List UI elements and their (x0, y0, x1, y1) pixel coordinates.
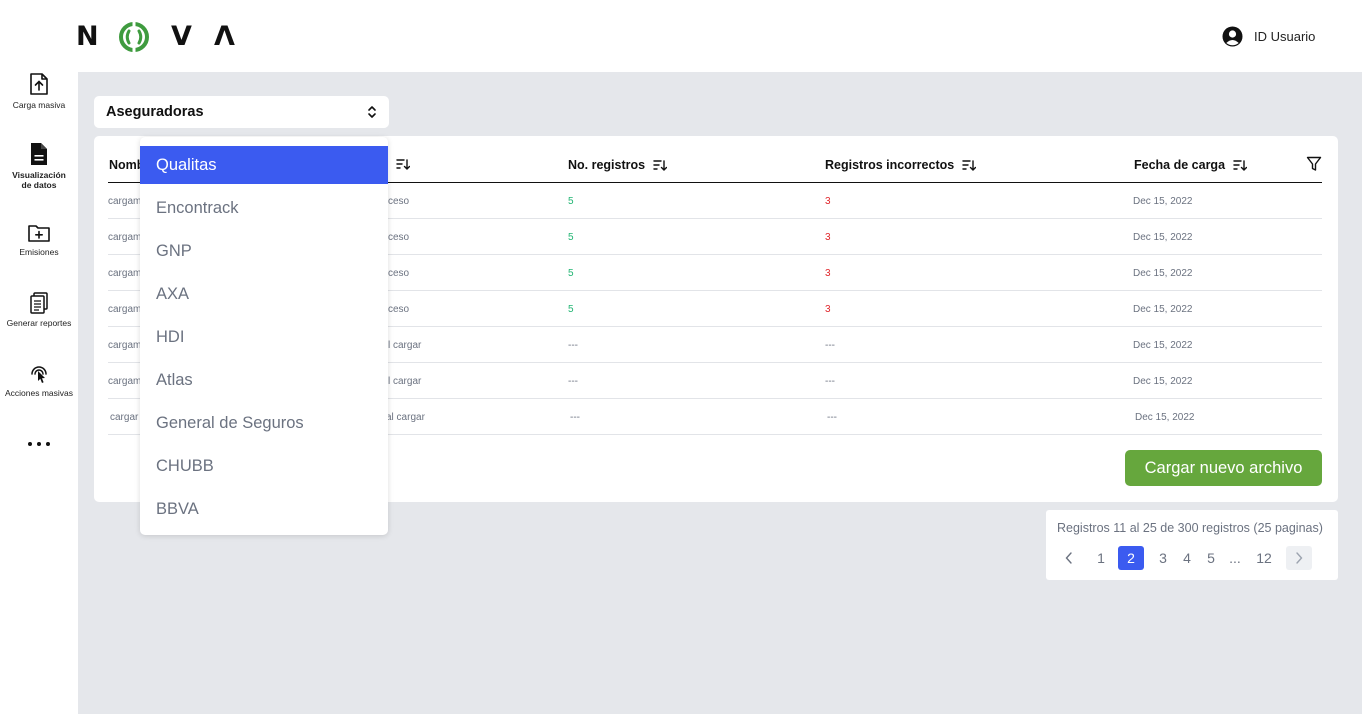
dropdown-option-atlas[interactable]: Atlas (140, 361, 388, 399)
page-button-1[interactable]: 1 (1094, 546, 1108, 570)
sidebar-item-label: Carga masiva (12, 100, 66, 110)
sidebar-item-carga-masiva[interactable]: Carga masiva (0, 72, 78, 110)
column-header-date[interactable]: Fecha de carga (1134, 158, 1248, 172)
cell-records: --- (568, 376, 578, 387)
more-dots-icon[interactable] (28, 442, 50, 448)
cell-records: --- (568, 340, 578, 351)
cell-name: cargam (108, 268, 142, 279)
insurer-dropdown-menu: Qualitas Encontrack GNP AXA HDI Atlas Ge… (140, 137, 388, 535)
cell-status: ceso (388, 196, 410, 207)
dropdown-option-gnp[interactable]: GNP (140, 232, 388, 270)
cell-date: Dec 15, 2022 (1133, 340, 1193, 351)
dropdown-option-bbva[interactable]: BBVA (140, 490, 388, 528)
page-button-4[interactable]: 4 (1180, 546, 1194, 570)
dropdown-option-chubb[interactable]: CHUBB (140, 447, 388, 485)
dropdown-option-axa[interactable]: AXA (140, 275, 388, 313)
cell-records: 5 (568, 232, 574, 243)
sort-icon[interactable] (962, 159, 977, 171)
sort-icon[interactable] (653, 159, 668, 171)
user-id-label: ID Usuario (1254, 28, 1316, 44)
chevron-right-icon (1296, 552, 1303, 564)
cell-status: ceso (388, 232, 410, 243)
cell-status: al cargar (386, 412, 425, 423)
page-button-2[interactable]: 2 (1118, 546, 1144, 570)
dropdown-option-general-de-seguros[interactable]: General de Seguros (140, 404, 388, 442)
cell-status: l cargar (388, 376, 422, 387)
cell-name: cargam (108, 376, 142, 387)
sidebar-item-label: Acciones masivas (4, 388, 74, 398)
folder-plus-icon (28, 225, 50, 242)
upload-file-icon (30, 73, 48, 95)
chevron-up-down-icon (368, 106, 376, 118)
sidebar-item-emisiones[interactable]: Emisiones (0, 223, 78, 257)
cell-records: 5 (568, 304, 574, 315)
logo-letter-a: Λ (214, 21, 235, 52)
column-header-incorrect[interactable]: Registros incorrectos (825, 158, 977, 172)
cell-status: ceso (388, 268, 410, 279)
cell-incorrect: --- (825, 376, 835, 387)
cell-name: cargar (110, 412, 139, 423)
cell-records: --- (570, 412, 580, 423)
page-button-5[interactable]: 5 (1204, 546, 1218, 570)
cell-date: Dec 15, 2022 (1133, 268, 1193, 279)
logo-letter-n: N (76, 21, 99, 52)
sort-icon[interactable] (1233, 159, 1248, 171)
logo-letter-v: V (171, 21, 192, 52)
sidebar-item-generar-reportes[interactable]: Generar reportes (0, 292, 78, 328)
cell-date: Dec 15, 2022 (1133, 304, 1193, 315)
sidebar-item-acciones-masivas[interactable]: Acciones masivas (0, 362, 78, 398)
next-page-button[interactable] (1286, 546, 1312, 570)
pagination: Registros 11 al 25 de 300 registros (25 … (1046, 510, 1338, 580)
sort-icon[interactable] (396, 158, 410, 170)
column-header-records[interactable]: No. registros (568, 158, 668, 172)
sidebar-item-label: Generar reportes (6, 318, 72, 328)
dropdown-option-qualitas[interactable]: Qualitas (140, 146, 388, 184)
cell-name: cargam (108, 232, 142, 243)
cell-incorrect: --- (825, 340, 835, 351)
insurer-select-value: Aseguradoras (106, 104, 204, 120)
insurer-select[interactable]: Aseguradoras (94, 96, 389, 128)
top-bar: N V Λ ID Usuario (0, 0, 1362, 72)
upload-new-file-button[interactable]: Cargar nuevo archivo (1125, 450, 1322, 486)
cell-incorrect: 3 (825, 268, 831, 279)
page-ellipsis: ... (1229, 550, 1241, 566)
cell-name: cargam (108, 196, 142, 207)
cell-name: cargam (108, 304, 142, 315)
report-icon (30, 292, 48, 314)
cell-records: 5 (568, 268, 574, 279)
cell-status: l cargar (388, 340, 422, 351)
page-button-12[interactable]: 12 (1253, 546, 1275, 570)
sidebar-item-label: Emisiones (19, 247, 59, 257)
dropdown-option-hdi[interactable]: HDI (140, 318, 388, 356)
cell-date: Dec 15, 2022 (1135, 412, 1195, 423)
pagination-info: Registros 11 al 25 de 300 registros (25 … (1057, 521, 1323, 535)
page-button-3[interactable]: 3 (1156, 546, 1170, 570)
user-circle-icon (1222, 26, 1243, 46)
sidebar: Carga masiva Visualización de datos Emis… (0, 72, 78, 720)
dropdown-option-encontrack[interactable]: Encontrack (140, 189, 388, 227)
cell-incorrect: 3 (825, 232, 831, 243)
cell-date: Dec 15, 2022 (1133, 376, 1193, 387)
cell-status: ceso (388, 304, 410, 315)
cell-date: Dec 15, 2022 (1133, 196, 1193, 207)
sidebar-item-label: Visualización de datos (12, 170, 66, 190)
cell-records: 5 (568, 196, 574, 207)
touch-icon (31, 366, 47, 383)
chevron-left-icon (1065, 552, 1072, 564)
column-header-status[interactable] (388, 158, 410, 170)
filter-icon[interactable] (1306, 156, 1322, 172)
cell-incorrect: 3 (825, 196, 831, 207)
document-icon (31, 143, 47, 165)
sidebar-item-visualizacion[interactable]: Visualización de datos (0, 142, 78, 190)
cell-name: cargam (108, 340, 142, 351)
user-menu[interactable]: ID Usuario (1222, 25, 1315, 47)
prev-page-button[interactable] (1062, 546, 1076, 570)
cell-incorrect: 3 (825, 304, 831, 315)
cell-incorrect: --- (827, 412, 837, 423)
logo-o-icon (119, 21, 149, 53)
cell-date: Dec 15, 2022 (1133, 232, 1193, 243)
